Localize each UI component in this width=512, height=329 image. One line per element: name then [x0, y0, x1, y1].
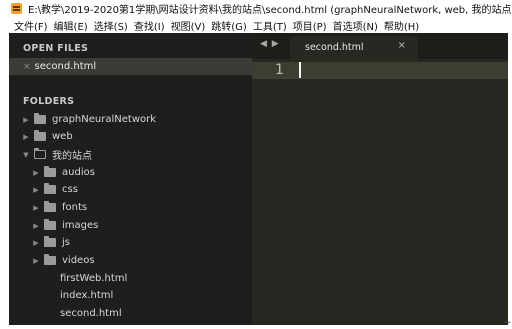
tree-file-firstweb-html[interactable]: firstWeb.html: [60, 270, 127, 287]
tree-item-label: 我的站点: [52, 151, 92, 162]
editor-window: OPEN FILES × second.html FOLDERS ▶ graph…: [9, 33, 508, 325]
tree-item-label: audios: [62, 167, 95, 178]
chevron-right-icon[interactable]: ▶: [31, 257, 41, 265]
text-caret[interactable]: [299, 62, 301, 78]
chevron-right-icon[interactable]: ▶: [21, 116, 31, 124]
folder-open-icon: [34, 148, 46, 159]
sidebar: OPEN FILES × second.html FOLDERS ▶ graph…: [9, 33, 252, 325]
tree-item-label: js: [62, 237, 70, 248]
menu-view[interactable]: 视图(V): [168, 18, 209, 33]
open-file-label: second.html: [34, 61, 97, 72]
menu-preferences[interactable]: 首选项(N): [330, 18, 381, 33]
menu-edit[interactable]: 编辑(E): [51, 18, 91, 33]
chevron-right-icon[interactable]: ▶: [31, 204, 41, 212]
tree-item-label: images: [62, 220, 99, 231]
tree-item-label: index.html: [60, 290, 114, 301]
sublime-text-icon: [11, 3, 22, 14]
menu-bar: 文件(F) 编辑(E) 选择(S) 查找(I) 视图(V) 跳转(G) 工具(T…: [0, 17, 512, 33]
tree-item-label: videos: [62, 255, 95, 266]
folder-icon: [44, 254, 56, 265]
folder-icon: [44, 166, 56, 177]
menu-help[interactable]: 帮助(H): [381, 18, 422, 33]
close-icon[interactable]: ×: [398, 40, 406, 51]
folder-icon: [44, 183, 56, 194]
tab-label: second.html: [305, 42, 364, 53]
title-bar: E:\教学\2019-2020第1学期\网站设计资料\我的站点\second.h…: [0, 0, 512, 17]
chevron-down-icon[interactable]: ▼: [21, 151, 31, 159]
tree-folder-web[interactable]: ▶ web: [21, 128, 73, 145]
tree-item-label: firstWeb.html: [60, 273, 128, 284]
tree-folder-images[interactable]: ▶ images: [31, 217, 98, 234]
line-number: 1: [275, 62, 284, 78]
tree-item-label: css: [62, 184, 78, 195]
menu-selection[interactable]: 选择(S): [91, 18, 131, 33]
menu-find[interactable]: 查找(I): [131, 18, 168, 33]
tree-folder-graphneuralnetwork[interactable]: ▶ graphNeuralNetwork: [21, 111, 156, 128]
menu-project[interactable]: 项目(P): [290, 18, 330, 33]
tree-folder-videos[interactable]: ▶ videos: [31, 252, 95, 269]
folder-icon: [34, 130, 46, 141]
folders-header: FOLDERS: [23, 96, 75, 107]
chevron-right-icon[interactable]: ▶: [31, 169, 41, 177]
chevron-right-icon[interactable]: ▶: [31, 186, 41, 194]
folder-icon: [44, 219, 56, 230]
window-title: E:\教学\2019-2020第1学期\网站设计资料\我的站点\second.h…: [28, 5, 512, 16]
current-line-highlight: [252, 62, 508, 79]
folder-icon: [44, 201, 56, 212]
resize-grip-icon[interactable]: +: [504, 318, 512, 328]
tree-folder-fonts[interactable]: ▶ fonts: [31, 199, 87, 216]
chevron-right-icon[interactable]: ▶: [31, 222, 41, 230]
tree-folder-audios[interactable]: ▶ audios: [31, 164, 95, 181]
tree-file-second-html[interactable]: second.html: [60, 305, 122, 322]
tree-folder-css[interactable]: ▶ css: [31, 181, 78, 198]
tab-nav-arrows[interactable]: ◀ ▶: [260, 39, 280, 49]
menu-file[interactable]: 文件(F): [0, 18, 51, 33]
folder-icon: [34, 113, 46, 124]
tree-item-label: fonts: [62, 202, 88, 213]
tree-item-label: second.html: [60, 308, 122, 319]
chevron-right-icon[interactable]: ▶: [31, 239, 41, 247]
editor-pane: ◀ ▶ second.html × 1: [252, 33, 508, 325]
chevron-right-icon[interactable]: ▶: [21, 133, 31, 141]
close-icon[interactable]: ×: [23, 62, 31, 72]
folder-icon: [44, 236, 56, 247]
tab-bar: ◀ ▶ second.html ×: [252, 33, 508, 59]
menu-tools[interactable]: 工具(T): [250, 18, 290, 33]
tab-second-html[interactable]: second.html ×: [290, 36, 418, 59]
tree-file-index-html[interactable]: index.html: [60, 287, 113, 304]
tree-item-label: graphNeuralNetwork: [52, 114, 157, 125]
open-file-second-html[interactable]: × second.html: [9, 58, 252, 75]
tree-folder-my-site[interactable]: ▼ 我的站点: [21, 146, 92, 163]
tree-item-label: web: [52, 131, 73, 142]
open-files-header: OPEN FILES: [23, 43, 89, 54]
tree-folder-js[interactable]: ▶ js: [31, 234, 70, 251]
menu-goto[interactable]: 跳转(G): [208, 18, 250, 33]
